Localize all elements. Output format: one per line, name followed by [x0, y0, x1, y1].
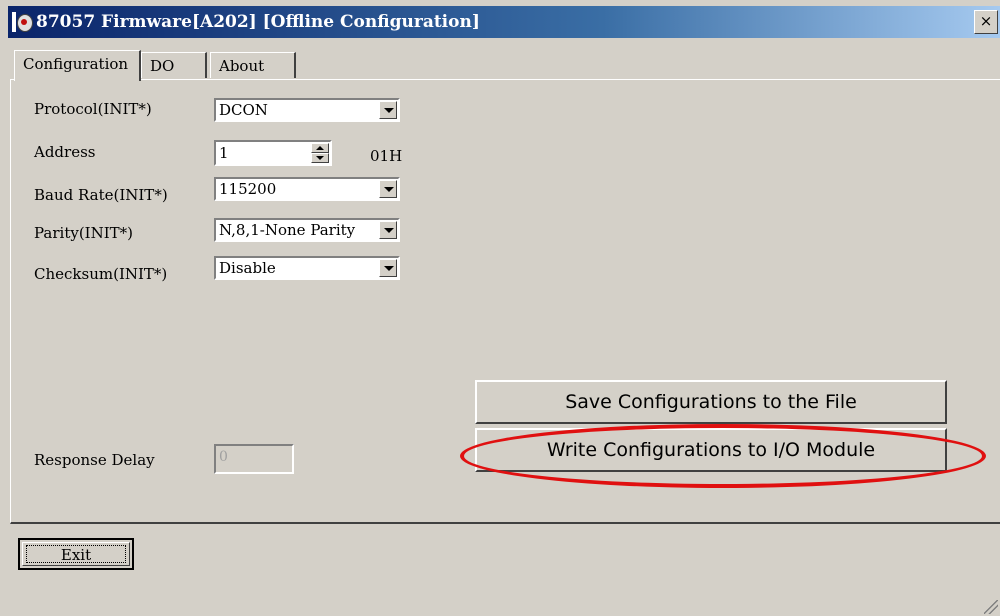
checksum-value: Disable: [219, 259, 276, 277]
exit-label: Exit: [26, 545, 126, 564]
chevron-down-icon[interactable]: [379, 101, 397, 119]
protocol-value: DCON: [219, 101, 268, 119]
address-hex: 01H: [370, 147, 403, 165]
exit-button[interactable]: Exit: [18, 538, 134, 570]
protocol-select[interactable]: DCON: [214, 98, 400, 122]
protocol-label: Protocol(INIT*): [34, 100, 152, 118]
baud-rate-select[interactable]: 115200: [214, 177, 400, 201]
app-icon: [12, 11, 33, 33]
response-delay-field: 0: [214, 444, 294, 474]
tab-configuration[interactable]: Configuration: [14, 50, 141, 81]
app-window: 87057 Firmware[A202] [Offline Configurat…: [0, 0, 1000, 616]
window-title: 87057 Firmware[A202] [Offline Configurat…: [36, 12, 480, 32]
write-config-button[interactable]: Write Configurations to I/O Module: [475, 428, 947, 472]
checksum-label: Checksum(INIT*): [34, 265, 168, 283]
tab-do[interactable]: DO: [141, 52, 207, 78]
chevron-down-icon[interactable]: [379, 180, 397, 198]
chevron-down-icon[interactable]: [379, 221, 397, 239]
response-delay-value: 0: [219, 449, 228, 465]
tab-about[interactable]: About: [210, 52, 296, 78]
close-button[interactable]: ×: [974, 10, 998, 34]
chevron-down-icon[interactable]: [379, 259, 397, 277]
baud-rate-value: 115200: [219, 180, 277, 198]
resize-grip-icon[interactable]: [984, 600, 998, 614]
response-delay-label: Response Delay: [34, 451, 155, 469]
address-value: 1: [219, 144, 229, 162]
title-bar[interactable]: 87057 Firmware[A202] [Offline Configurat…: [8, 6, 1000, 38]
baud-rate-label: Baud Rate(INIT*): [34, 186, 168, 204]
parity-value: N,8,1-None Parity: [219, 221, 356, 239]
address-label: Address: [34, 143, 96, 161]
checksum-select[interactable]: Disable: [214, 256, 400, 280]
save-config-button[interactable]: Save Configurations to the File: [475, 380, 947, 424]
parity-label: Parity(INIT*): [34, 224, 134, 242]
spin-down-icon[interactable]: [311, 153, 329, 163]
address-stepper[interactable]: 1: [214, 140, 332, 166]
parity-select[interactable]: N,8,1-None Parity: [214, 218, 400, 242]
spin-up-icon[interactable]: [311, 143, 329, 153]
